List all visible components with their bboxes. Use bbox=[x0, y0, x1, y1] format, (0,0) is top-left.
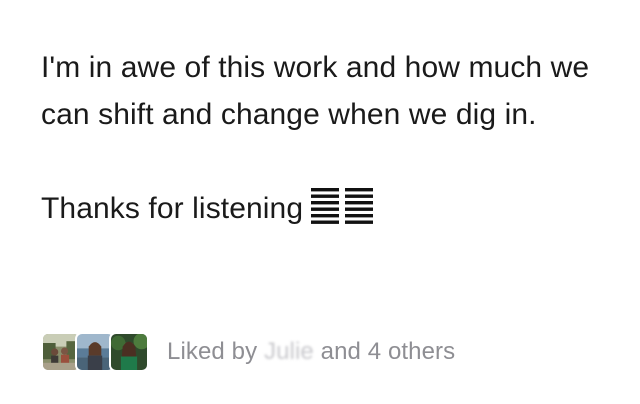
post-paragraph: I'm in awe of this work and how much we … bbox=[41, 51, 590, 131]
likes-prefix: Liked by bbox=[167, 338, 258, 365]
avatar-outdoor-group-image bbox=[43, 334, 79, 370]
hexagram-icon bbox=[311, 188, 374, 224]
liker-avatars[interactable] bbox=[41, 332, 149, 372]
likes-summary[interactable]: Liked by Julie and 4 others bbox=[167, 338, 455, 366]
avatar[interactable] bbox=[109, 332, 149, 372]
post-body: I'm in awe of this work and how much we … bbox=[41, 44, 611, 232]
liker-name[interactable]: Julie bbox=[264, 338, 314, 365]
avatar-lake-portrait-image bbox=[77, 334, 113, 370]
likes-row[interactable]: Liked by Julie and 4 others bbox=[41, 330, 455, 374]
post-paragraph-closing: Thanks for listening bbox=[41, 185, 611, 232]
avatar-forest-portrait-image bbox=[111, 334, 147, 370]
likes-suffix[interactable]: and 4 others bbox=[321, 338, 456, 365]
closing-text: Thanks for listening bbox=[41, 192, 304, 225]
